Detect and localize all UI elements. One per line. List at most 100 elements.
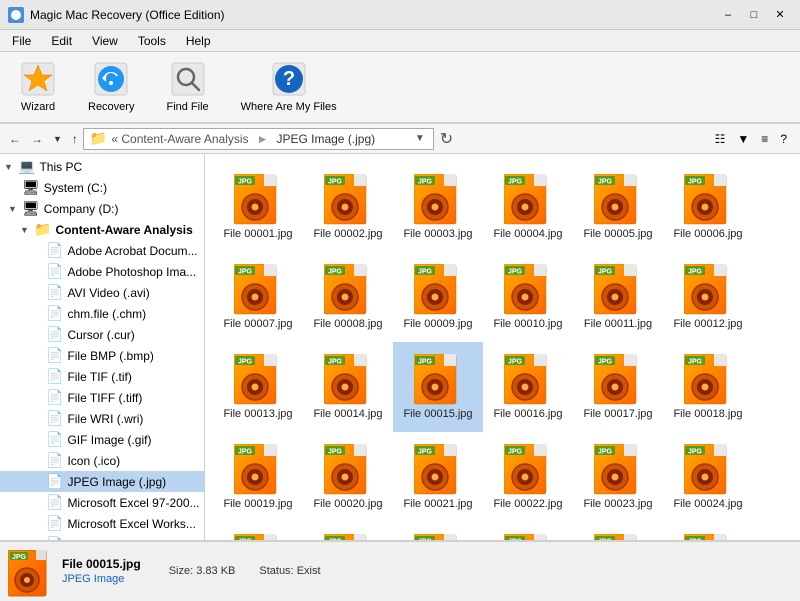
sidebar-label-17: Microsoft Excel Works... — [67, 517, 195, 531]
menu-view[interactable]: View — [84, 32, 126, 50]
file-item-23[interactable]: JPG File 00024.jpg — [663, 432, 753, 522]
sidebar-item-1[interactable]: 🖥System (C:) — [0, 177, 204, 198]
status-size: Size: 3.83 KB — [169, 565, 236, 577]
sidebar-label-0: This PC — [39, 160, 82, 174]
file-item-20[interactable]: JPG File 00021.jpg — [393, 432, 483, 522]
menu-edit[interactable]: Edit — [43, 32, 80, 50]
sidebar-item-7[interactable]: 📄chm.file (.chm) — [0, 303, 204, 324]
sidebar-item-2[interactable]: ▼🖥Company (D:) — [0, 198, 204, 219]
svg-text:JPG: JPG — [418, 179, 433, 186]
file-item-9[interactable]: JPG File 00010.jpg — [483, 252, 573, 342]
minimize-button[interactable]: – — [716, 6, 740, 24]
sidebar-item-16[interactable]: 📄 Microsoft Excel 97-200... — [0, 492, 204, 513]
svg-text:JPG: JPG — [328, 359, 343, 366]
folder-icon-2: 🖥 — [22, 200, 40, 217]
file-item-6[interactable]: JPG File 00007.jpg — [213, 252, 303, 342]
file-label-3: File 00004.jpg — [486, 228, 570, 240]
sidebar-item-13[interactable]: 📄GIF Image (.gif) — [0, 429, 204, 450]
sidebar-item-9[interactable]: 📄File BMP (.bmp) — [0, 345, 204, 366]
file-grid-container[interactable]: JPG File 00001.jpg JPG File 00002.jpg — [205, 154, 800, 540]
file-label-21: File 00022.jpg — [486, 498, 570, 510]
find-file-button[interactable]: Find File — [158, 57, 216, 117]
up-button[interactable]: ↑ — [67, 129, 83, 149]
close-button[interactable]: ✕ — [768, 6, 792, 24]
sidebar-item-5[interactable]: 📄Adobe Photoshop Ima... — [0, 261, 204, 282]
file-item-25[interactable]: JPG File 00026.jpg — [303, 522, 393, 540]
file-item-26[interactable]: JPG File 00027.jpg — [393, 522, 483, 540]
file-item-11[interactable]: JPG File 00012.jpg — [663, 252, 753, 342]
sidebar-item-6[interactable]: 📄AVI Video (.avi) — [0, 282, 204, 303]
menu-tools[interactable]: Tools — [130, 32, 174, 50]
file-item-24[interactable]: JPG File 00025.jpg — [213, 522, 303, 540]
sidebar-item-17[interactable]: 📄Microsoft Excel Works... — [0, 513, 204, 534]
sidebar-item-12[interactable]: 📄File WRI (.wri) — [0, 408, 204, 429]
file-item-27[interactable]: JPG File 00028.jpg — [483, 522, 573, 540]
sidebar-item-14[interactable]: 📄Icon (.ico) — [0, 450, 204, 471]
sidebar-item-15[interactable]: 📄JPEG Image (.jpg) — [0, 471, 204, 492]
address-dropdown-button[interactable]: ▼ — [413, 131, 427, 146]
file-item-2[interactable]: JPG File 00003.jpg — [393, 162, 483, 252]
file-item-16[interactable]: JPG File 00017.jpg — [573, 342, 663, 432]
file-item-10[interactable]: JPG File 00011.jpg — [573, 252, 663, 342]
refresh-button[interactable]: ↻ — [434, 129, 459, 149]
window-title: Magic Mac Recovery (Office Edition) — [30, 8, 225, 22]
sidebar-item-18[interactable]: 📄Microsoft Wave Soun... — [0, 534, 204, 540]
recovery-button[interactable]: Recovery — [80, 57, 142, 117]
svg-text:JPG: JPG — [418, 359, 433, 366]
sidebar-item-0[interactable]: ▼💻This PC — [0, 156, 204, 177]
file-item-12[interactable]: JPG File 00013.jpg — [213, 342, 303, 432]
file-item-8[interactable]: JPG File 00009.jpg — [393, 252, 483, 342]
jpg-file-icon-20: JPG — [414, 444, 462, 496]
file-item-7[interactable]: JPG File 00008.jpg — [303, 252, 393, 342]
file-item-5[interactable]: JPG File 00006.jpg — [663, 162, 753, 252]
where-files-button[interactable]: ? Where Are My Files — [233, 57, 345, 117]
file-label-10: File 00011.jpg — [576, 318, 660, 330]
file-item-22[interactable]: JPG File 00023.jpg — [573, 432, 663, 522]
sidebar-label-16: Microsoft Excel 97-200... — [67, 496, 199, 510]
file-item-29[interactable]: JPG File 00030.jpg — [663, 522, 753, 540]
status-status: Status: Exist — [259, 565, 320, 577]
file-item-15[interactable]: JPG File 00016.jpg — [483, 342, 573, 432]
file-item-21[interactable]: JPG File 00022.jpg — [483, 432, 573, 522]
file-item-18[interactable]: JPG File 00019.jpg — [213, 432, 303, 522]
file-item-13[interactable]: JPG File 00014.jpg — [303, 342, 393, 432]
file-label-22: File 00023.jpg — [576, 498, 660, 510]
jpg-file-icon-23: JPG — [684, 444, 732, 496]
file-item-17[interactable]: JPG File 00018.jpg — [663, 342, 753, 432]
folder-icon-16: 📄 — [46, 494, 63, 511]
file-label-9: File 00010.jpg — [486, 318, 570, 330]
forward-button[interactable]: → — [26, 129, 48, 149]
view-dropdown-button[interactable]: ▼ — [732, 129, 754, 149]
maximize-button[interactable]: □ — [742, 6, 766, 24]
jpg-file-icon-13: JPG — [324, 354, 372, 406]
help-button[interactable]: ? — [775, 129, 792, 149]
sidebar-label-8: Cursor (.cur) — [67, 328, 134, 342]
file-label-12: File 00013.jpg — [216, 408, 300, 420]
sort-button[interactable]: ≡ — [756, 129, 773, 149]
file-label-15: File 00016.jpg — [486, 408, 570, 420]
filter-button[interactable]: ☷ — [710, 129, 731, 149]
sidebar-item-4[interactable]: 📄Adobe Acrobat Docum... — [0, 240, 204, 261]
menu-help[interactable]: Help — [178, 32, 219, 50]
wizard-button[interactable]: Wizard — [12, 57, 64, 117]
sidebar-item-11[interactable]: 📄File TIFF (.tiff) — [0, 387, 204, 408]
file-item-14[interactable]: JPG File 00015.jpg — [393, 342, 483, 432]
history-button[interactable]: ▼ — [48, 131, 67, 147]
jpg-file-icon-29: JPG — [684, 534, 732, 540]
menu-file[interactable]: File — [4, 32, 39, 50]
file-item-3[interactable]: JPG File 00004.jpg — [483, 162, 573, 252]
back-button[interactable]: ← — [4, 129, 26, 149]
sidebar-item-8[interactable]: 📄Cursor (.cur) — [0, 324, 204, 345]
file-item-4[interactable]: JPG File 00005.jpg — [573, 162, 663, 252]
file-item-0[interactable]: JPG File 00001.jpg — [213, 162, 303, 252]
svg-text:JPG: JPG — [508, 359, 523, 366]
sidebar-item-10[interactable]: 📄File TIF (.tif) — [0, 366, 204, 387]
address-bar[interactable]: 📁 « Content-Aware Analysis ► JPEG Image … — [83, 128, 434, 150]
status-file-icon: JPG — [8, 550, 50, 592]
file-item-1[interactable]: JPG File 00002.jpg — [303, 162, 393, 252]
file-item-28[interactable]: JPG File 00029.jpg — [573, 522, 663, 540]
file-item-19[interactable]: JPG File 00020.jpg — [303, 432, 393, 522]
svg-text:JPG: JPG — [238, 449, 253, 456]
sidebar-label-7: chm.file (.chm) — [67, 307, 146, 321]
sidebar-item-3[interactable]: ▼📁Content-Aware Analysis — [0, 219, 204, 240]
